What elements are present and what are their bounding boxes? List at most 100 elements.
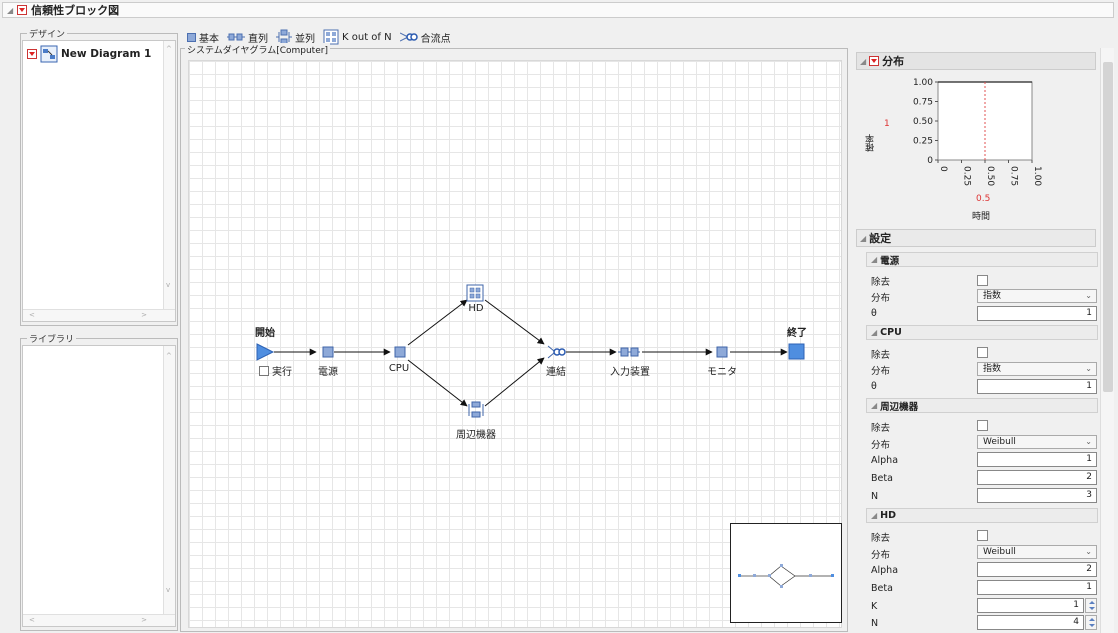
input-label: 入力装置 [610,367,650,378]
chevron-down-icon: ⌄ [1085,547,1092,556]
hd-k-field[interactable]: 1 [977,598,1084,613]
power-dist-select[interactable]: 指数 ⌄ [977,289,1097,303]
design-hscrollbar[interactable]: < > [23,309,175,321]
y-tick-label: 0.75 [913,98,933,108]
monitor-label: モニタ [707,367,737,378]
distribution-ylabel: 確率 [866,134,876,152]
power-block[interactable] [322,346,334,358]
peripheral-label: 周辺機器 [456,430,496,441]
settings-power-header[interactable]: ◢ 電源 [866,252,1098,267]
settings-section-header[interactable]: ◢ 設定 [856,229,1096,247]
x-tick-label: 0.25 [962,166,972,186]
peripheral-n-label: N [871,491,879,502]
settings-cpu-header[interactable]: ◢ CPU [866,325,1098,340]
hd-n-stepper[interactable] [1085,615,1097,630]
cpu-dist-value: 指数 [983,364,1002,374]
hd-k-stepper[interactable] [1085,598,1097,613]
peripheral-alpha-label: Alpha [871,455,899,466]
peripheral-dist-label: 分布 [871,440,891,451]
end-label: 終了 [787,328,807,339]
collapse-triangle-icon[interactable]: ◢ [860,234,866,243]
peripheral-n-field[interactable]: 3 [977,488,1097,503]
settings-cpu-title: CPU [880,327,902,338]
distribution-yvalue: 1 [884,119,890,129]
hd-beta-field[interactable]: 1 [977,580,1097,595]
peripheral-dist-select[interactable]: Weibull ⌄ [977,435,1097,449]
collapse-triangle-icon[interactable]: ◢ [871,401,877,410]
cpu-dist-select[interactable]: 指数 ⌄ [977,362,1097,376]
cpu-theta-label: θ [871,381,877,392]
library-vscrollbar[interactable]: ^ v [163,346,175,614]
collapse-triangle-icon[interactable]: ◢ [860,57,866,66]
collapse-triangle-icon[interactable]: ◢ [871,511,877,520]
library-hscrollbar[interactable]: < > [23,614,175,626]
settings-peripheral-title: 周辺機器 [880,401,919,413]
plot-frame [937,81,1033,161]
distribution-section-header[interactable]: ◢ 分布 [856,52,1096,70]
system-diagram-legend: システムダイヤグラム[Computer] [185,43,330,56]
design-item-label: New Diagram 1 [61,48,152,60]
y-tick-label: 0.25 [913,137,933,147]
power-dist-value: 指数 [983,291,1002,301]
hd-alpha-field[interactable]: 2 [977,562,1097,577]
x-tick-label: 0.50 [985,166,995,186]
hd-dist-select[interactable]: Weibull ⌄ [977,545,1097,559]
cpu-block[interactable] [394,346,406,358]
junction-button[interactable]: 合流点 [399,30,451,45]
monitor-block[interactable] [716,346,728,358]
basic-block-icon [187,32,196,42]
peripheral-dist-value: Weibull [983,437,1016,447]
link-junction-block[interactable] [547,345,566,359]
settings-peripheral-header[interactable]: ◢ 周辺機器 [866,398,1098,413]
peripheral-remove-checkbox[interactable] [977,420,988,431]
distribution-xlabel: 時間 [972,212,991,222]
peripheral-alpha-field[interactable]: 1 [977,452,1097,467]
design-vscrollbar[interactable]: ^ v [163,41,175,309]
x-tick-label: 0.75 [1009,166,1019,186]
start-node[interactable] [256,343,275,361]
hd-n-label: N [871,618,879,629]
power-remove-checkbox[interactable] [977,275,988,286]
red-menu-icon[interactable] [17,5,28,15]
power-remove-label: 除去 [871,277,891,288]
peripheral-beta-field[interactable]: 2 [977,470,1097,485]
hd-beta-label: Beta [871,583,893,594]
cpu-remove-checkbox[interactable] [977,347,988,358]
settings-hd-title: HD [880,510,896,521]
end-node[interactable] [788,343,805,360]
window-title: 信頼性ブロック図 [31,4,120,17]
x-tick-label: 0 [938,166,948,172]
run-checkbox[interactable] [259,365,269,376]
chevron-down-icon: ⌄ [1085,437,1092,446]
hd-k-out-of-n-block[interactable] [466,284,484,302]
connector-lines [274,299,788,407]
input-series-block[interactable] [618,347,640,357]
design-item-new-diagram-1[interactable]: New Diagram 1 [27,45,151,63]
power-theta-field[interactable]: 1 [977,306,1097,321]
distribution-xvalue: 0.5 [976,194,991,204]
red-menu-icon[interactable] [869,56,880,66]
cpu-dist-label: 分布 [871,366,891,377]
run-checkbox-group[interactable]: 実行 [259,363,292,378]
hd-n-field[interactable]: 4 [977,615,1084,630]
series-block-icon [227,33,245,41]
red-menu-icon[interactable] [27,49,37,59]
distribution-chart: 1.00 0.75 0.50 0.25 0 0 0.25 0.50 0.75 1.00 確率 1 … [860,72,1096,224]
diagram-minimap[interactable] [730,523,842,623]
collapse-triangle-icon[interactable]: ◢ [871,255,877,264]
collapse-triangle-icon[interactable]: ◢ [871,328,877,337]
peripheral-parallel-block[interactable] [468,401,484,418]
design-list[interactable]: New Diagram 1 ^ v < > [22,40,176,322]
collapse-triangle-icon[interactable]: ◢ [7,6,13,15]
start-label: 開始 [255,328,275,339]
cpu-theta-field[interactable]: 1 [977,379,1097,394]
design-legend: デザイン [27,27,68,40]
x-tick-label: 1.00 [1032,166,1042,186]
right-panel-scrollbar[interactable] [1100,48,1114,633]
hd-remove-checkbox[interactable] [977,530,988,541]
library-list[interactable]: ^ v < > [22,345,176,627]
settings-hd-header[interactable]: ◢ HD [866,508,1098,523]
chevron-down-icon: ⌄ [1085,291,1092,300]
hd-alpha-label: Alpha [871,565,899,576]
k-out-of-n-button[interactable]: K out of N [323,29,392,45]
